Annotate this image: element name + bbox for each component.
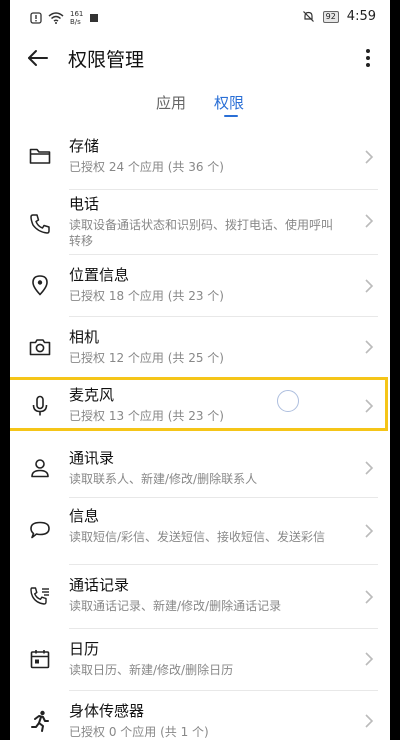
permission-title: 存储 <box>69 137 100 155</box>
wifi-icon <box>48 12 64 24</box>
network-speed-unit: B/s <box>70 18 81 26</box>
status-left: 161 B/s <box>30 10 99 26</box>
permission-title: 相机 <box>69 328 100 346</box>
permission-subtitle: 读取短信/彩信、发送短信、接收短信、发送彩信 <box>69 530 326 544</box>
battery-icon: 92 <box>322 10 339 23</box>
camera-icon <box>29 339 51 356</box>
permission-title: 位置信息 <box>69 266 130 284</box>
mute-bell-icon <box>302 11 314 22</box>
call-log-icon <box>30 587 49 605</box>
chevron-right-icon <box>365 399 374 413</box>
location-pin-icon <box>32 275 48 296</box>
permission-row-storage[interactable]: 存储 已授权 24 个应用 (共 36 个) <box>10 126 390 188</box>
folder-icon <box>29 148 51 164</box>
permission-text: 日历 读取日历、新建/修改/删除日历 <box>69 639 339 678</box>
permission-subtitle: 已授权 18 个应用 (共 23 个) <box>69 289 224 303</box>
permission-row-calendar[interactable]: 日历 读取日历、新建/修改/删除日历 <box>10 629 390 689</box>
more-vertical-icon <box>366 49 370 67</box>
screen: 161 B/s 92 4:59 权限管理 应用 权限 存储 已授权 24 个应用… <box>10 0 390 740</box>
permission-text: 通话记录 读取通话记录、新建/修改/删除通话记录 <box>69 575 339 614</box>
permission-subtitle: 已授权 24 个应用 (共 36 个) <box>69 160 224 174</box>
status-bar: 161 B/s 92 4:59 <box>10 0 390 34</box>
permission-subtitle: 已授权 12 个应用 (共 25 个) <box>69 351 224 365</box>
permission-row-location[interactable]: 位置信息 已授权 18 个应用 (共 23 个) <box>10 255 390 317</box>
permission-subtitle: 已授权 13 个应用 (共 23 个) <box>69 409 224 423</box>
permission-row-contacts[interactable]: 通讯录 读取联系人、新建/修改/删除联系人 <box>10 438 390 496</box>
permission-row-camera[interactable]: 相机 已授权 12 个应用 (共 25 个) <box>10 317 390 377</box>
permission-text: 电话 读取设备通话状态和识别码、拨打电话、使用呼叫转移 <box>69 194 339 249</box>
microphone-icon <box>32 395 48 416</box>
permission-row-phone[interactable]: 电话 读取设备通话状态和识别码、拨打电话、使用呼叫转移 <box>10 190 390 254</box>
chevron-right-icon <box>365 279 374 293</box>
tab-selected-indicator <box>224 115 238 117</box>
tab-bar: 应用 权限 <box>10 88 390 122</box>
permission-row-microphone[interactable]: 麦克风 已授权 13 个应用 (共 23 个) <box>10 379 390 433</box>
permission-row-body-sensors[interactable]: 身体传感器 已授权 0 个应用 (共 1 个) <box>10 691 390 740</box>
permission-text: 位置信息 已授权 18 个应用 (共 23 个) <box>69 265 339 304</box>
calendar-icon <box>30 650 50 669</box>
permission-title: 身体传感器 <box>69 702 145 720</box>
back-button[interactable] <box>24 44 52 72</box>
more-options-button[interactable] <box>356 44 380 72</box>
chevron-right-icon <box>365 214 374 228</box>
notification-square-icon <box>90 14 99 22</box>
permission-text: 存储 已授权 24 个应用 (共 36 个) <box>69 136 339 175</box>
permission-text: 麦克风 已授权 13 个应用 (共 23 个) <box>69 385 339 424</box>
chevron-right-icon <box>365 150 374 164</box>
chevron-right-icon <box>365 652 374 666</box>
permission-title: 日历 <box>69 640 100 658</box>
permission-text: 身体传感器 已授权 0 个应用 (共 1 个) <box>69 701 339 740</box>
message-bubble-icon <box>30 521 50 539</box>
tab-permissions[interactable]: 权限 <box>214 92 244 113</box>
network-speed-value: 161 <box>70 10 84 18</box>
permission-title: 信息 <box>69 507 100 525</box>
permission-text: 信息 读取短信/彩信、发送短信、接收短信、发送彩信 <box>69 506 339 545</box>
clock: 4:59 <box>346 9 376 24</box>
permission-text: 相机 已授权 12 个应用 (共 25 个) <box>69 327 339 366</box>
permission-row-messages[interactable]: 信息 读取短信/彩信、发送短信、接收短信、发送彩信 <box>10 498 390 562</box>
chevron-right-icon <box>365 461 374 475</box>
permission-title: 通话记录 <box>69 576 130 594</box>
permission-text: 通讯录 读取联系人、新建/修改/删除联系人 <box>69 448 339 487</box>
alert-sim-icon <box>30 12 42 24</box>
contact-person-icon <box>31 459 49 478</box>
permission-subtitle: 读取日历、新建/修改/删除日历 <box>69 663 234 677</box>
chevron-right-icon <box>365 590 374 604</box>
tab-apps[interactable]: 应用 <box>156 92 186 113</box>
permission-subtitle: 读取联系人、新建/修改/删除联系人 <box>69 472 258 486</box>
arrow-left-icon <box>28 50 48 66</box>
permission-title: 电话 <box>69 195 100 213</box>
phone-icon <box>30 214 50 234</box>
status-right: 92 4:59 <box>302 9 376 24</box>
network-speed: 161 B/s <box>70 10 83 26</box>
chevron-right-icon <box>365 714 374 728</box>
permission-row-call-log[interactable]: 通话记录 读取通话记录、新建/修改/删除通话记录 <box>10 565 390 625</box>
permission-subtitle: 读取通话记录、新建/修改/删除通话记录 <box>69 599 282 613</box>
running-person-icon <box>31 710 49 732</box>
chevron-right-icon <box>365 524 374 538</box>
chevron-right-icon <box>365 340 374 354</box>
permission-subtitle: 读取设备通话状态和识别码、拨打电话、使用呼叫转移 <box>69 218 334 248</box>
permission-subtitle: 已授权 0 个应用 (共 1 个) <box>69 725 209 739</box>
page-title: 权限管理 <box>68 49 145 71</box>
app-bar: 权限管理 <box>10 34 390 82</box>
touch-ripple-indicator <box>277 390 299 412</box>
permission-title: 通讯录 <box>69 449 115 467</box>
